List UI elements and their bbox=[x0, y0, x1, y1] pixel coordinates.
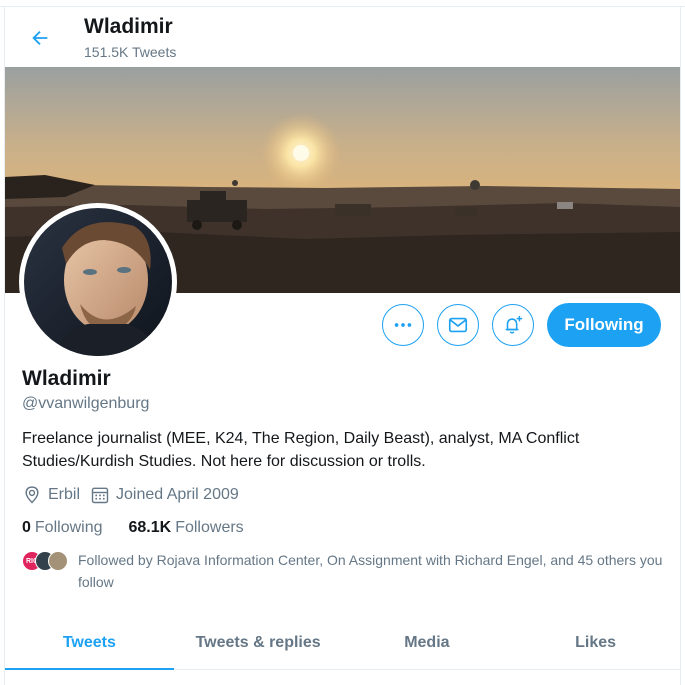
following-stat[interactable]: 0 Following bbox=[22, 519, 103, 537]
arrow-left-icon bbox=[32, 30, 48, 46]
tab-likes[interactable]: Likes bbox=[511, 617, 680, 669]
following-count: 0 bbox=[22, 519, 31, 536]
frame-right-border bbox=[680, 6, 681, 685]
tab-tweets[interactable]: Tweets bbox=[5, 617, 174, 670]
message-button[interactable] bbox=[437, 304, 479, 346]
joined-item: Joined April 2009 bbox=[90, 485, 239, 505]
tab-tweets-replies[interactable]: Tweets & replies bbox=[174, 617, 343, 669]
following-label: Following bbox=[34, 519, 103, 536]
bell-plus-icon bbox=[505, 315, 523, 334]
location-text: Erbil bbox=[48, 486, 81, 503]
followers-stat[interactable]: 68.1K Followers bbox=[129, 519, 244, 537]
window-top-border bbox=[0, 0, 685, 7]
followers-label: Followers bbox=[175, 519, 244, 536]
followed-by-avatars: RIC bbox=[22, 551, 72, 573]
followed-by-section[interactable]: RIC Followed by Rojava Information Cente… bbox=[22, 549, 668, 593]
joined-text: Joined April 2009 bbox=[116, 486, 239, 503]
more-button[interactable] bbox=[382, 304, 424, 346]
header-title: Wladimir bbox=[84, 15, 173, 38]
back-button[interactable] bbox=[24, 22, 56, 54]
profile-handle: @vvanwilgenburg bbox=[22, 395, 150, 412]
profile-tabs: Tweets Tweets & replies Media Likes bbox=[5, 617, 680, 670]
tab-media[interactable]: Media bbox=[343, 617, 512, 669]
profile-avatar[interactable] bbox=[19, 203, 177, 361]
profile-stats: 0 Following 68.1K Followers bbox=[22, 519, 270, 537]
more-icon bbox=[394, 323, 412, 327]
notifications-button[interactable] bbox=[492, 304, 534, 346]
followers-count: 68.1K bbox=[128, 519, 172, 536]
calendar-icon bbox=[91, 487, 109, 504]
profile-header: Wladimir 151.5K Tweets bbox=[0, 7, 685, 67]
location-item: Erbil bbox=[22, 485, 80, 505]
profile-meta: Erbil Joined April 2009 bbox=[22, 485, 249, 505]
follower-avatar bbox=[48, 551, 68, 571]
location-pin-icon bbox=[25, 486, 39, 504]
following-button[interactable]: Following bbox=[547, 303, 661, 347]
profile-name: Wladimir bbox=[22, 367, 111, 390]
envelope-icon bbox=[448, 317, 468, 333]
followed-by-text: Followed by Rojava Information Center, O… bbox=[78, 552, 663, 590]
header-tweet-count: 151.5K Tweets bbox=[84, 44, 177, 60]
profile-bio: Freelance journalist (MEE, K24, The Regi… bbox=[22, 430, 580, 470]
